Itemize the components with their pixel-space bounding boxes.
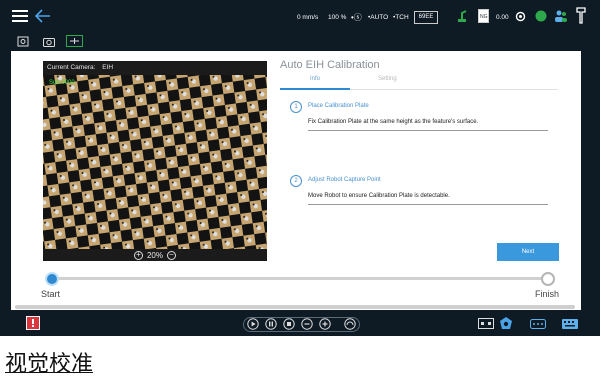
camera-overlay-text: Sub 0000 xyxy=(49,80,75,86)
next-button[interactable]: Next xyxy=(497,243,559,261)
app-window: 0 mm/s 100 % •ⓢ •AUTO •TCH 69EE NG 0.00 xyxy=(0,0,600,336)
play-icon[interactable] xyxy=(247,318,259,330)
zoom-in-icon[interactable]: + xyxy=(133,250,143,260)
menu-icon[interactable] xyxy=(12,9,28,23)
status-indicator-icon xyxy=(535,10,547,22)
keyboard-icon[interactable] xyxy=(562,319,578,329)
camera-feed-image[interactable]: Sub 0000 xyxy=(43,75,267,249)
bottom-bar xyxy=(0,312,600,336)
camera-icon[interactable] xyxy=(43,36,55,47)
tch-label: TCH xyxy=(395,14,409,21)
camera-label: Current Camera: xyxy=(47,64,96,71)
step-title: Place Calibration Plate xyxy=(308,103,369,109)
svg-text:NG: NG xyxy=(480,14,488,20)
start-knob[interactable] xyxy=(45,272,59,286)
speed-readout: 0 mm/s xyxy=(297,14,319,21)
top-bar: 0 mm/s 100 % •ⓢ •AUTO •TCH 69EE NG 0.00 xyxy=(0,0,600,33)
plus-icon[interactable] xyxy=(319,318,331,330)
auto-indicator: •AUTO xyxy=(368,14,389,21)
camera-name: EIH xyxy=(102,64,114,71)
caption-text: 视觉校准 xyxy=(5,352,94,377)
camera-panel: Current Camera: EIH Sub 0000 + 20% − xyxy=(43,61,267,261)
stop-icon[interactable] xyxy=(283,318,295,330)
io-panel-icon[interactable] xyxy=(478,318,494,329)
pause-icon[interactable] xyxy=(265,318,277,330)
grid-view-icon[interactable] xyxy=(66,35,83,47)
step-number: 1 xyxy=(290,101,302,113)
tch-indicator: •TCH xyxy=(393,14,409,21)
robot-arm-icon[interactable] xyxy=(456,9,468,23)
camera-header: Current Camera: EIH xyxy=(43,61,267,75)
main-content: Current Camera: EIH Sub 0000 + 20% − Aut… xyxy=(11,51,581,310)
zoom-out-icon[interactable]: − xyxy=(167,250,176,260)
user-group-icon[interactable] xyxy=(554,9,568,23)
pin-icon[interactable] xyxy=(575,7,587,24)
horizontal-scrollbar[interactable] xyxy=(15,305,575,309)
finish-knob[interactable] xyxy=(541,272,555,286)
step-number: 2 xyxy=(290,175,302,187)
robot-logo-icon[interactable] xyxy=(499,316,513,331)
minus-icon[interactable] xyxy=(301,318,313,330)
finish-label: Finish xyxy=(535,289,560,299)
error-icon[interactable] xyxy=(26,316,40,330)
step-description: Fix Calibration Plate at the same height… xyxy=(308,119,479,125)
step-description: Move Robot to ensure Calibration Plate i… xyxy=(308,193,450,199)
camera-settings-icon[interactable] xyxy=(17,36,29,47)
active-tab-indicator xyxy=(280,88,350,90)
step-underline xyxy=(308,204,548,205)
document-icon[interactable]: NG xyxy=(478,9,489,23)
step-underline xyxy=(308,130,548,131)
tab-setting[interactable]: Setting xyxy=(378,76,397,82)
value-readout: 0.00 xyxy=(496,14,509,21)
page-title: Auto EIH Calibration xyxy=(280,59,380,71)
step-title: Adjust Robot Capture Point xyxy=(308,177,381,183)
speed-gauge-icon[interactable] xyxy=(343,318,357,330)
zoom-controls: + 20% − xyxy=(43,249,267,261)
zoom-level: 20% xyxy=(146,250,163,260)
speed-percent: 100 % xyxy=(328,14,347,21)
camera-toolbar xyxy=(11,33,581,51)
gear-icon[interactable] xyxy=(515,11,526,22)
calibration-panel: Auto EIH Calibration Info Setting 1 Plac… xyxy=(280,59,558,259)
speed-dial-icon[interactable]: •ⓢ xyxy=(351,12,362,23)
network-icon[interactable] xyxy=(530,319,546,329)
id-box[interactable]: 69EE xyxy=(414,11,438,24)
back-arrow-icon[interactable] xyxy=(35,9,51,23)
start-label: Start xyxy=(41,289,61,299)
progress-track xyxy=(51,277,551,280)
auto-label: AUTO xyxy=(370,14,389,21)
tab-info[interactable]: Info xyxy=(310,76,320,82)
